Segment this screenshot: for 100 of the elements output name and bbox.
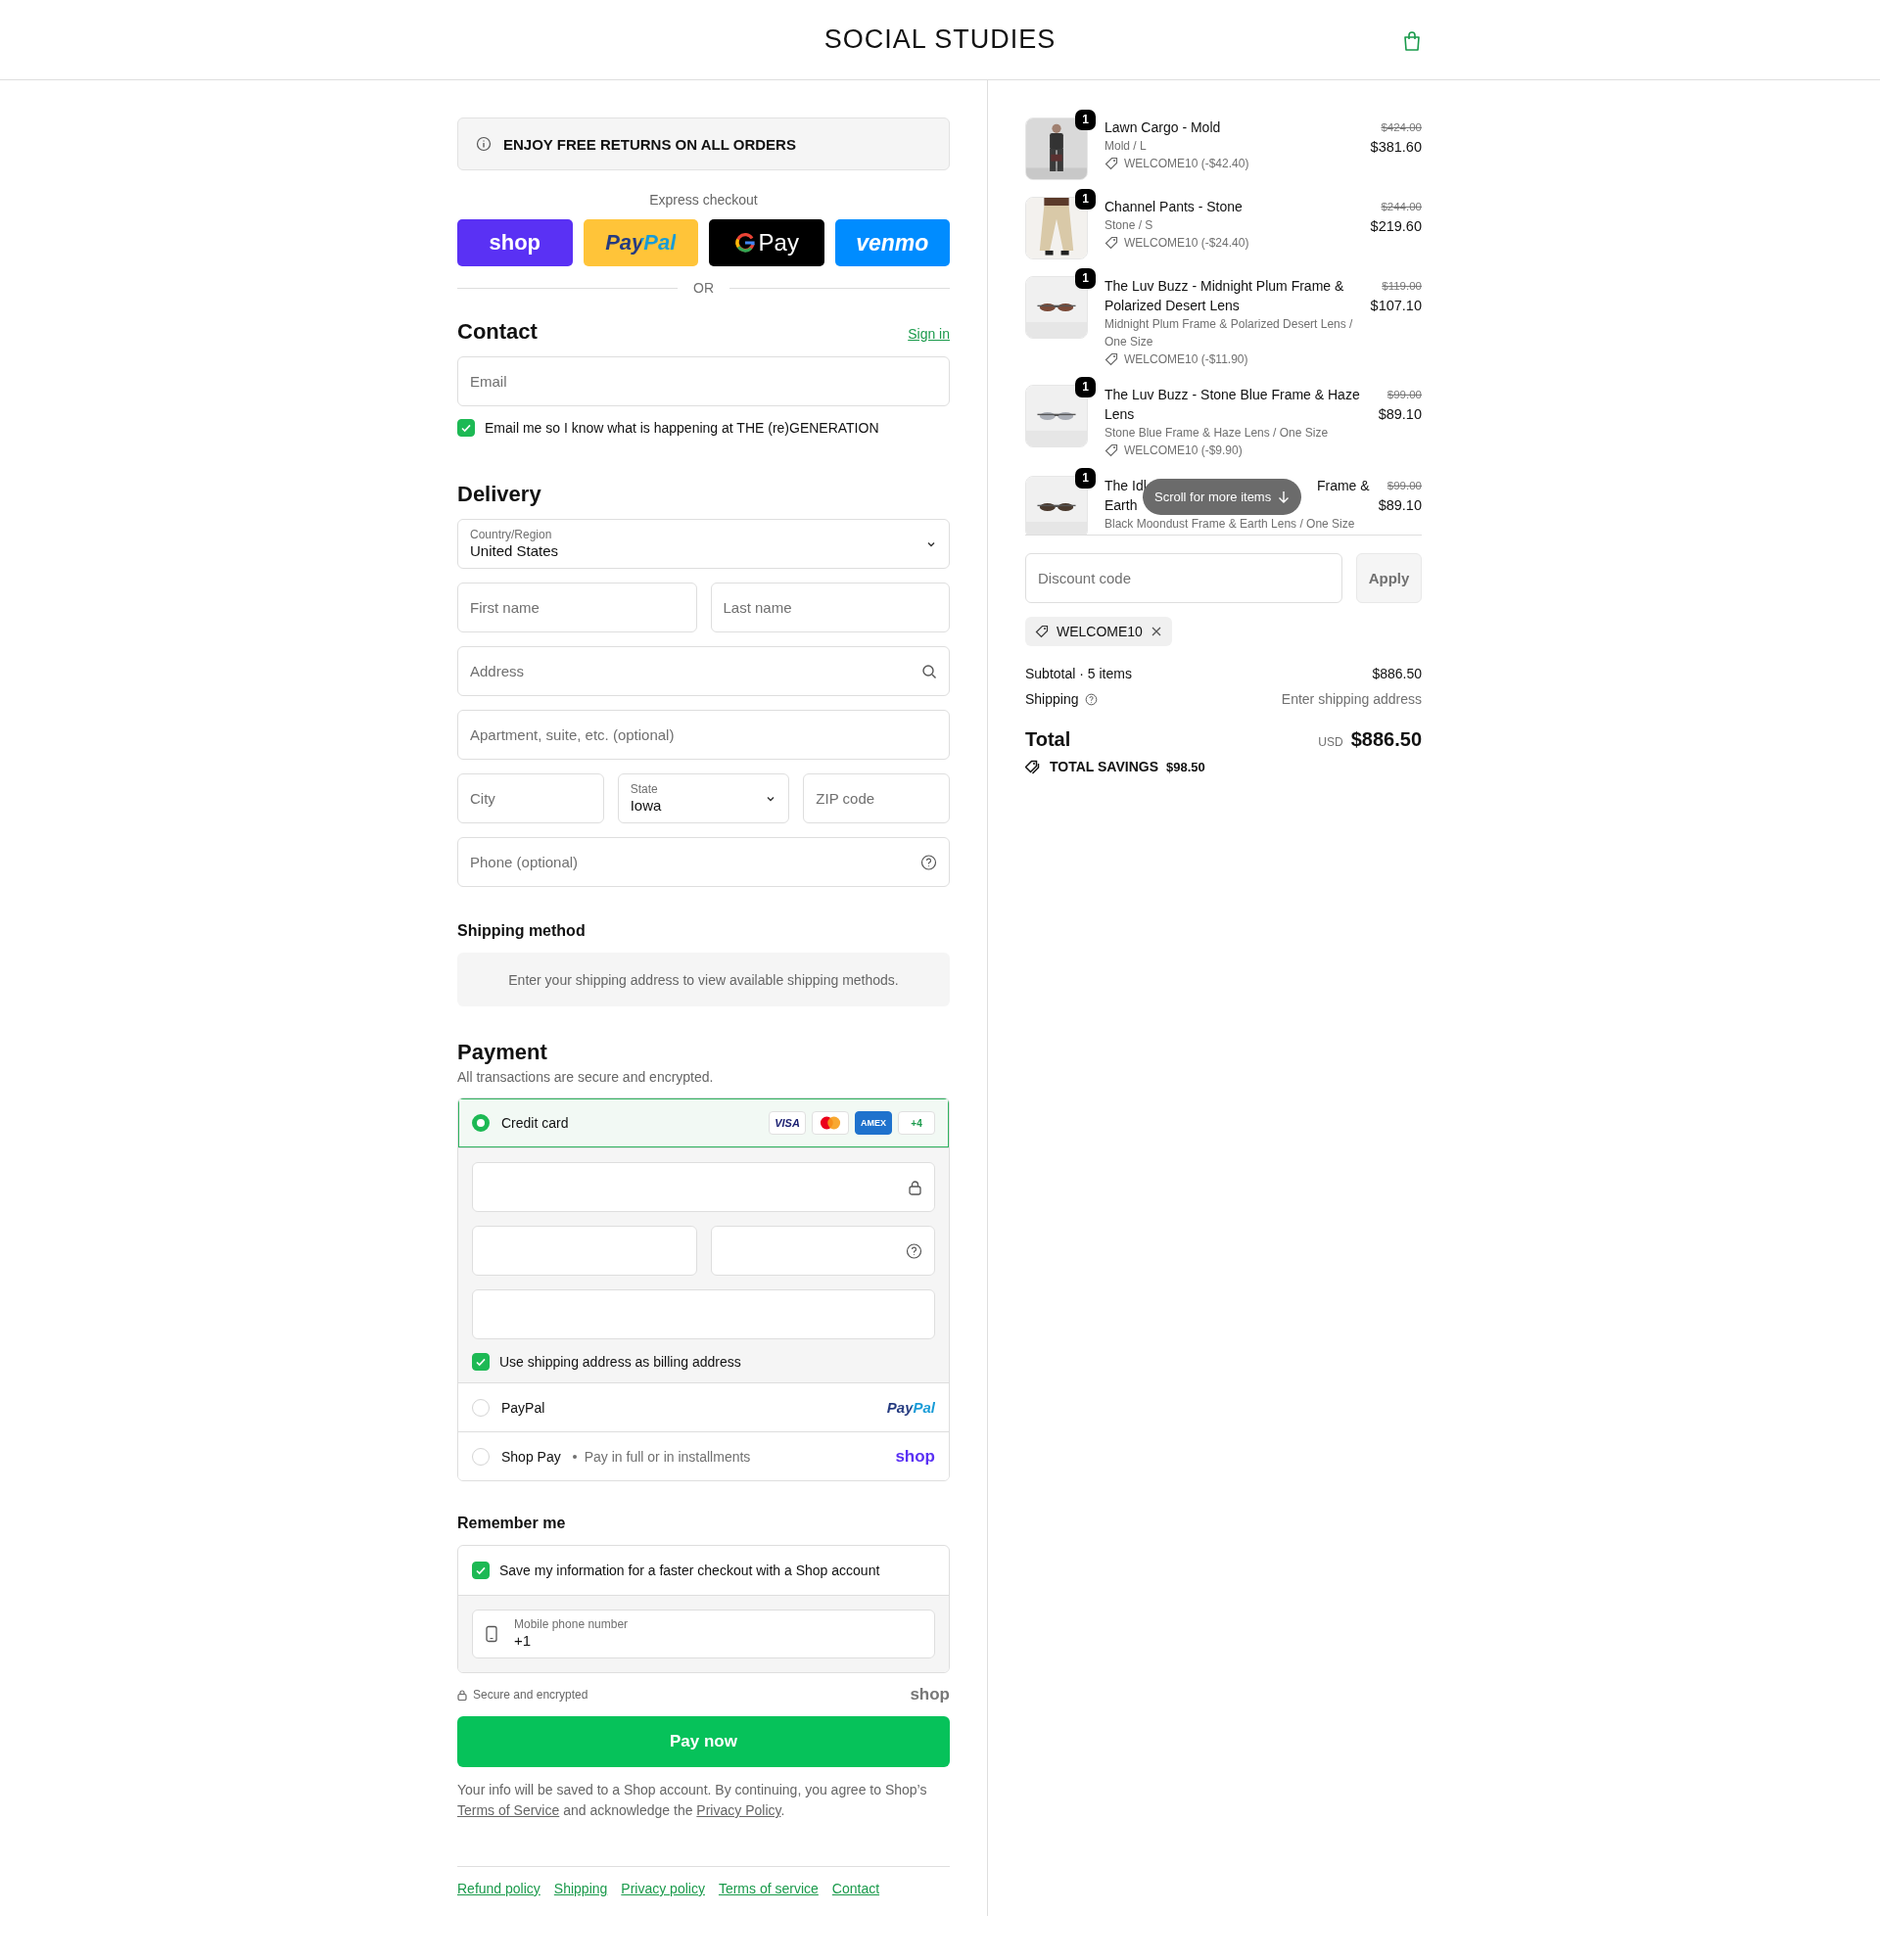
express-checkout-label: Express checkout [649, 192, 758, 208]
shop-logo: shop [895, 1446, 935, 1467]
close-icon[interactable] [1150, 626, 1162, 637]
checkbox-label: Use shipping address as billing address [499, 1354, 741, 1370]
original-price: $99.00 [1386, 479, 1422, 493]
phone-field[interactable]: Mobile phone number +1 [472, 1610, 935, 1658]
lock-icon [457, 1689, 467, 1701]
original-price: $99.00 [1386, 388, 1422, 402]
input-field[interactable] [472, 1162, 935, 1212]
checkbox[interactable] [472, 1562, 490, 1579]
product-variant: Black Moondust Frame & Earth Lens / One Size [1104, 516, 1356, 533]
select-field[interactable]: State Iowa [617, 773, 790, 823]
input-field[interactable]: Phone (optional) [457, 837, 950, 887]
shopping-bag-icon[interactable] [1402, 30, 1422, 52]
input-field[interactable]: ZIP code [803, 773, 950, 823]
shipping-notice: Enter your shipping address to view available shipping methods. [457, 953, 950, 1006]
section-heading: Payment [457, 1040, 548, 1065]
google-pay-button[interactable]: Pay [709, 219, 824, 266]
quantity-badge: 1 [1075, 468, 1096, 489]
total-amount: $886.50 [1350, 728, 1422, 751]
payment-method-option[interactable]: Shop Pay Pay in full or in installments shop [458, 1431, 949, 1480]
discount-code-field[interactable]: Discount code [1025, 553, 1342, 603]
help-icon[interactable] [1084, 692, 1098, 706]
shipping-value: Enter shipping address [1281, 691, 1422, 707]
input-field[interactable]: Address [457, 646, 950, 696]
product-variant: Midnight Plum Frame & Polarized Desert Lens / One Size [1104, 316, 1354, 350]
paypal-button[interactable]: PayPal [583, 219, 698, 266]
input-field[interactable] [472, 1226, 697, 1276]
checkbox[interactable] [472, 1353, 490, 1371]
method-label: Shop Pay [501, 1448, 561, 1465]
quantity-badge: 1 [1075, 110, 1096, 130]
sign-in-link[interactable]: Sign in [908, 326, 950, 342]
discount-label: WELCOME10 (-$42.40) [1124, 156, 1249, 172]
quantity-badge: 1 [1075, 268, 1096, 289]
radio-button[interactable] [472, 1398, 490, 1417]
footer-link[interactable]: Contact [831, 1881, 880, 1896]
store-logo[interactable]: SOCIAL STUDIES [823, 24, 1057, 55]
footer-link[interactable]: Privacy policy [621, 1881, 705, 1896]
shop-pay-button[interactable]: shop [457, 219, 573, 266]
method-label: PayPal [501, 1399, 545, 1416]
shop-logo: shop [910, 1685, 950, 1704]
product-name: Earth [1104, 496, 1138, 515]
savings-label: TOTAL SAVINGS [1050, 759, 1158, 774]
input-field[interactable]: City [457, 773, 604, 823]
apply-button[interactable]: Apply [1356, 553, 1422, 603]
input-field[interactable]: Apartment, suite, etc. (optional) [457, 710, 950, 760]
discount-code: WELCOME10 [1057, 624, 1143, 639]
g-logo-icon [733, 232, 756, 254]
input-field[interactable]: Email [457, 356, 950, 406]
footer-link[interactable]: Terms of service [718, 1881, 819, 1896]
payment-subtitle: All transactions are secure and encrypted. [457, 1069, 715, 1085]
section-heading: Shipping method [457, 922, 587, 940]
section-heading: Delivery [457, 482, 541, 507]
currency-label: USD [1318, 735, 1343, 749]
secure-label: Secure and encrypted [473, 1688, 588, 1702]
paypal-logo: PayPal [886, 1399, 935, 1416]
arrow-down-icon [1278, 490, 1291, 504]
price: $89.10 [1378, 496, 1422, 515]
input-field[interactable]: First name [457, 583, 697, 632]
original-price: $424.00 [1381, 120, 1422, 135]
checkbox[interactable] [457, 419, 475, 437]
product-name: The Luv Buzz - Midnight Plum Frame & Polarized Desert Lens [1104, 277, 1345, 315]
product-variant: Mold / L [1104, 138, 1148, 155]
more-brands-badge: +4 [898, 1111, 935, 1135]
price: $219.60 [1370, 217, 1422, 236]
subtotal-value: $886.50 [1372, 666, 1422, 681]
price: $89.10 [1378, 405, 1422, 424]
card-brand-badge: VISA [769, 1111, 806, 1135]
input-field[interactable] [710, 1226, 935, 1276]
checkbox-label: Save my information for a faster checkout with a Shop account [499, 1563, 880, 1578]
product-name: Channel Pants - Stone [1104, 198, 1243, 216]
venmo-button[interactable]: venmo [834, 219, 950, 266]
price: $107.10 [1370, 297, 1422, 315]
method-label: Credit card [501, 1115, 569, 1131]
total-label: Total [1025, 728, 1071, 751]
product-name: Frame & [1316, 477, 1370, 495]
footer-link[interactable]: Shipping [553, 1881, 608, 1896]
banner-text: ENJOY FREE RETURNS ON ALL ORDERS [503, 135, 796, 153]
legal-text: Your info will be saved to a Shop account. By continuing, you agree to Shop’s Terms of Service and acknowledge the Privacy Policy. [457, 1781, 928, 1820]
input-field[interactable] [472, 1289, 935, 1339]
discount-label: WELCOME10 (-$9.90) [1124, 443, 1243, 459]
original-price: $119.00 [1382, 279, 1422, 294]
subtotal-label: Subtotal · 5 items [1025, 666, 1132, 681]
policy-link[interactable]: Terms of Service [457, 1802, 560, 1818]
method-note: Pay in full or in installments [584, 1448, 751, 1465]
help-icon[interactable] [906, 1242, 922, 1259]
radio-button[interactable] [472, 1114, 490, 1132]
input-field[interactable]: Last name [710, 583, 950, 632]
payment-method-option[interactable]: Credit card VISA AMEX +4 [458, 1098, 949, 1147]
product-name: Lawn Cargo - Mold [1104, 118, 1221, 137]
select-field[interactable]: Country/Region United States [457, 519, 950, 569]
footer-link[interactable]: Refund policy [457, 1881, 540, 1896]
checkbox-label: Email me so I know what is happening at THE (re)GENERATION [485, 420, 879, 436]
tag-icon [1035, 625, 1049, 638]
radio-button[interactable] [472, 1447, 490, 1466]
card-brand-badge: AMEX [855, 1111, 892, 1135]
help-icon[interactable] [920, 854, 937, 870]
tags-icon [1025, 759, 1042, 774]
discount-label: WELCOME10 (-$24.40) [1124, 235, 1249, 252]
phone-icon [485, 1625, 498, 1643]
